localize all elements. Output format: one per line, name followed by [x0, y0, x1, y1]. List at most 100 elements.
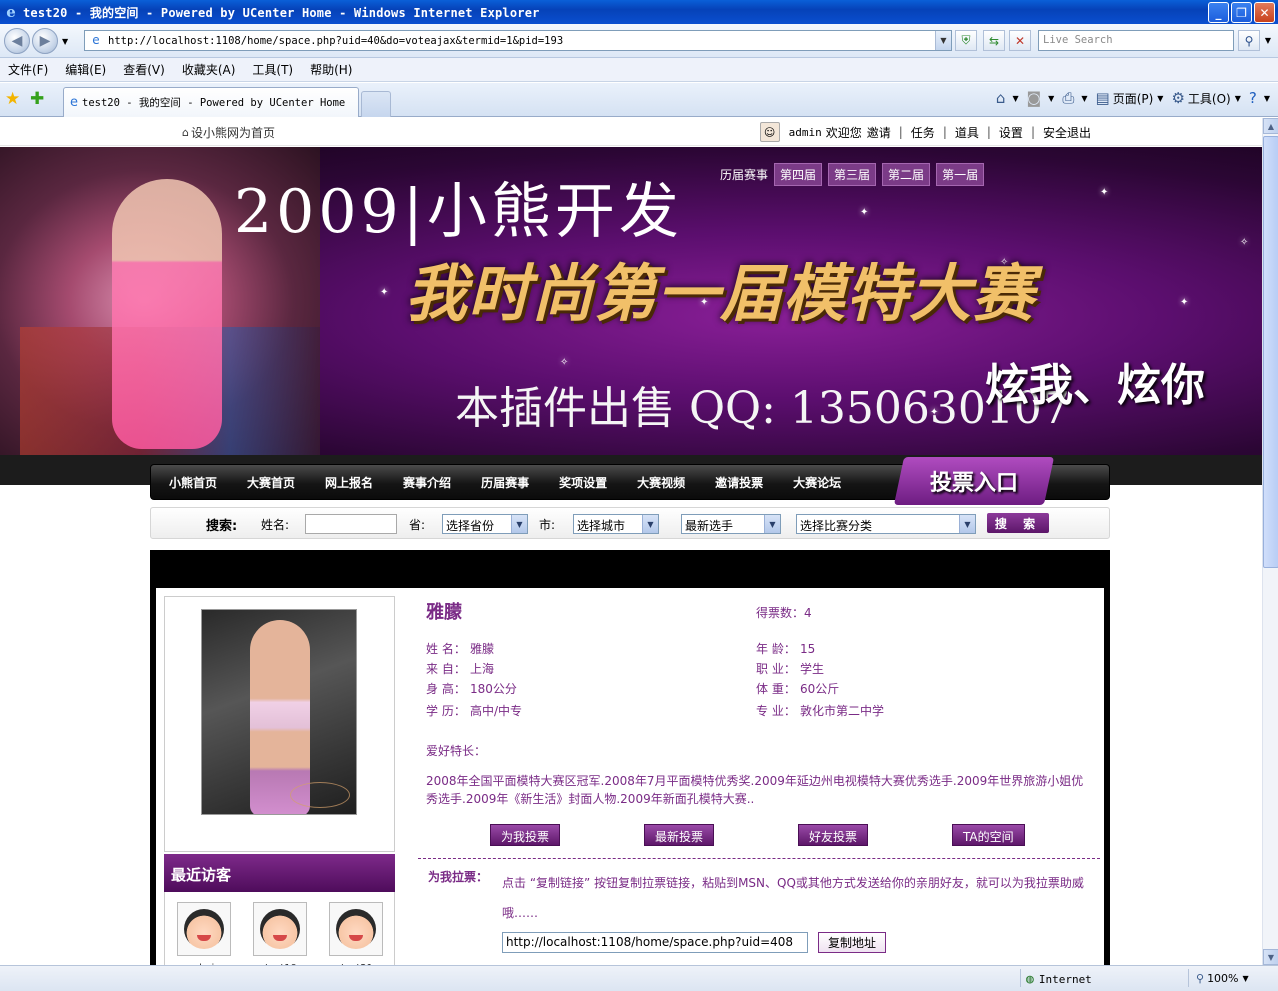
tools-menu-button[interactable]: ⚙ 工具(O) ▼	[1171, 89, 1240, 107]
photo-frame	[164, 596, 395, 852]
search-label: 搜索:	[206, 519, 238, 534]
zoom-icon: ⚲	[1196, 972, 1205, 985]
canvass-link-input[interactable]: http://localhost:1108/home/space.php?uid…	[502, 932, 808, 953]
search-icon[interactable]: ⚲	[1238, 30, 1260, 51]
vote-entry-button[interactable]: 投票入口	[893, 457, 1055, 505]
visitor-avatar[interactable]: test19	[253, 902, 307, 965]
address-dropdown-icon[interactable]: ▼	[935, 31, 951, 50]
menu-file[interactable]: 文件(F)	[8, 61, 48, 78]
invite-link[interactable]: 邀请	[867, 124, 891, 141]
minimize-button[interactable]: _	[1208, 2, 1229, 23]
username-link[interactable]: admin	[789, 126, 822, 139]
avatar[interactable]: ☺	[759, 122, 780, 142]
new-tab-button[interactable]	[361, 91, 391, 117]
history-dropdown-icon[interactable]: ▼	[62, 37, 68, 46]
province-label: 省:	[409, 518, 426, 532]
search-input[interactable]: Live Search	[1038, 30, 1234, 51]
nav-video[interactable]: 大赛视频	[637, 474, 685, 491]
nav-forum[interactable]: 大赛论坛	[793, 474, 841, 491]
address-input[interactable]: e http://localhost:1108/home/space.php?u…	[84, 30, 952, 51]
task-link[interactable]: 任务	[911, 124, 935, 141]
vertical-scrollbar[interactable]: ▲ ▼	[1262, 118, 1278, 965]
visitor-avatar[interactable]: admin	[177, 902, 231, 965]
menu-edit[interactable]: 编辑(E)	[65, 61, 106, 78]
logout-link[interactable]: 安全退出	[1043, 124, 1091, 141]
contestant-photo[interactable]	[201, 609, 357, 815]
menu-favorites[interactable]: 收藏夹(A)	[182, 61, 236, 78]
zoom-control[interactable]: ⚲ 100% ▼	[1196, 972, 1249, 985]
search-button[interactable]: 搜 索	[987, 513, 1049, 533]
vote-count: 得票数：4	[756, 606, 812, 620]
back-button[interactable]: ◀	[4, 28, 30, 54]
name-input[interactable]	[305, 514, 397, 534]
nav-intro[interactable]: 赛事介绍	[403, 474, 451, 491]
city-select[interactable]: 选择城市 ▼	[573, 514, 659, 534]
latest-votes-button[interactable]: 最新投票	[644, 824, 715, 846]
tab-bar: ★ ✚ e test20 - 我的空间 - Powered by UCenter…	[0, 83, 1278, 117]
visitor-avatar[interactable]: test21	[329, 902, 383, 965]
forward-arrow-icon: ▶	[39, 33, 51, 49]
page-menu-button[interactable]: ▤ 页面(P) ▼	[1096, 89, 1164, 107]
menu-tools[interactable]: 工具(T)	[252, 61, 293, 78]
scroll-up-icon[interactable]: ▲	[1263, 118, 1278, 134]
avatar-face-icon	[260, 909, 300, 949]
scroll-thumb[interactable]	[1263, 136, 1278, 568]
hobby-text: 2008年全国平面模特大赛区冠军.2008年7月平面模特优秀奖.2009年延边州…	[426, 774, 1084, 806]
window-titlebar: e test20 - 我的空间 - Powered by UCenter Hom…	[0, 0, 1278, 24]
field-height: 身 高： 180公分	[426, 682, 517, 696]
stop-button[interactable]: ✕	[1009, 30, 1031, 51]
sort-select[interactable]: 最新选手 ▼	[681, 514, 781, 534]
nav-contest-home[interactable]: 大赛首页	[247, 474, 295, 491]
nav-awards[interactable]: 奖项设置	[559, 474, 607, 491]
home-button[interactable]: ⌂ ▼	[996, 89, 1019, 107]
zoom-dropdown-icon[interactable]: ▼	[1243, 974, 1249, 983]
help-button[interactable]: ? ▼	[1249, 89, 1270, 107]
menu-help[interactable]: 帮助(H)	[310, 61, 352, 78]
maximize-button[interactable]: ❐	[1231, 2, 1252, 23]
tab-label: test20 - 我的空间 - Powered by UCenter Home	[82, 97, 346, 109]
settings-link[interactable]: 设置	[999, 124, 1023, 141]
history-third[interactable]: 第三届	[828, 163, 877, 186]
search-options-icon[interactable]: ▼	[1262, 30, 1274, 51]
globe-icon: ◍	[1026, 972, 1034, 987]
forward-button[interactable]: ▶	[32, 28, 58, 54]
feeds-button[interactable]: ◙ ▼	[1027, 89, 1055, 107]
history-second[interactable]: 第二届	[882, 163, 931, 186]
copy-link-button[interactable]: 复制地址	[818, 932, 886, 953]
security-zone[interactable]: ◍ Internet	[1026, 972, 1092, 987]
field-from: 来 自： 上海	[426, 662, 495, 676]
help-icon: ?	[1248, 89, 1257, 107]
left-column: 最近访客 admin test19 test21	[164, 596, 395, 965]
page-icon: e	[92, 32, 100, 47]
add-favorites-icon[interactable]: ✚	[30, 89, 44, 109]
home-icon: ⌂	[182, 126, 189, 139]
tab-active[interactable]: e test20 - 我的空间 - Powered by UCenter Hom…	[63, 87, 359, 117]
history-first[interactable]: 第一届	[936, 163, 985, 186]
close-button[interactable]: ✕	[1254, 2, 1275, 23]
vote-for-me-button[interactable]: 为我投票	[490, 824, 561, 846]
category-select[interactable]: 选择比赛分类 ▼	[796, 514, 976, 534]
avatar-face-icon	[336, 909, 376, 949]
scroll-down-icon[interactable]: ▼	[1263, 949, 1278, 965]
province-select[interactable]: 选择省份 ▼	[442, 514, 528, 534]
set-home-link[interactable]: ⌂ 设小熊网为首页	[182, 124, 275, 141]
security-shield-icon[interactable]: ⛨	[955, 30, 977, 51]
nav-history[interactable]: 历届赛事	[481, 474, 529, 491]
nav-invite-vote[interactable]: 邀请投票	[715, 474, 763, 491]
friend-votes-button[interactable]: 好友投票	[798, 824, 869, 846]
menu-view[interactable]: 查看(V)	[123, 61, 165, 78]
props-link[interactable]: 道具	[955, 124, 979, 141]
ie-logo-icon: e	[6, 3, 16, 21]
visitors-list: admin test19 test21	[164, 892, 395, 965]
welcome-text: 欢迎您	[825, 125, 862, 140]
field-age: 年 龄： 15	[756, 642, 816, 656]
nav-signup[interactable]: 网上报名	[325, 474, 373, 491]
address-url[interactable]: http://localhost:1108/home/space.php?uid…	[108, 35, 563, 47]
history-fourth[interactable]: 第四届	[774, 163, 823, 186]
favorites-star-icon[interactable]: ★	[5, 89, 20, 109]
nav-bear-home[interactable]: 小熊首页	[169, 474, 217, 491]
contestant-panel: 最近访客 admin test19 test21 雅朦 得票数：4 姓 名：	[150, 588, 1110, 965]
print-button[interactable]: ⎙ ▼	[1062, 89, 1087, 107]
ta-space-button[interactable]: TA的空间	[952, 824, 1025, 846]
refresh-button[interactable]: ⇆	[983, 30, 1005, 51]
